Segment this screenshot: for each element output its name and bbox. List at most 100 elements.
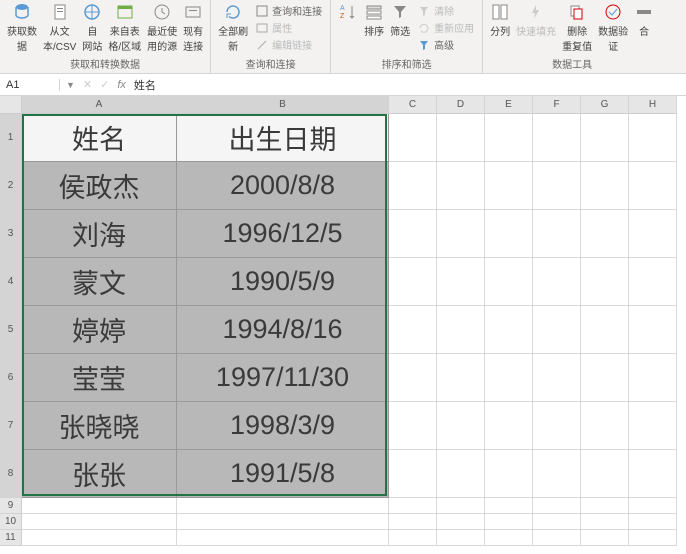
row-header-7[interactable]: 7 bbox=[0, 402, 22, 450]
select-all-corner[interactable] bbox=[0, 96, 22, 114]
row-header-6[interactable]: 6 bbox=[0, 354, 22, 402]
cell[interactable] bbox=[485, 210, 533, 258]
cell[interactable] bbox=[533, 258, 581, 306]
column-header-G[interactable]: G bbox=[581, 96, 629, 114]
cell[interactable] bbox=[437, 306, 485, 354]
cell[interactable] bbox=[581, 210, 629, 258]
cell[interactable] bbox=[581, 354, 629, 402]
cell[interactable] bbox=[581, 258, 629, 306]
cell[interactable]: 莹莹 bbox=[22, 354, 177, 402]
cell[interactable]: 姓名 bbox=[22, 114, 177, 162]
row-header-3[interactable]: 3 bbox=[0, 210, 22, 258]
cell[interactable] bbox=[485, 402, 533, 450]
flash-fill-button[interactable]: 快速填充 bbox=[513, 2, 559, 38]
cell[interactable] bbox=[533, 114, 581, 162]
cell[interactable]: 1997/11/30 bbox=[177, 354, 389, 402]
cell[interactable] bbox=[629, 498, 677, 514]
cell[interactable] bbox=[437, 402, 485, 450]
edit-links-button[interactable]: 编辑链接 bbox=[255, 36, 322, 53]
cell[interactable] bbox=[437, 114, 485, 162]
cell[interactable] bbox=[533, 530, 581, 546]
cell[interactable] bbox=[485, 162, 533, 210]
cell[interactable] bbox=[485, 450, 533, 498]
cell[interactable]: 侯政杰 bbox=[22, 162, 177, 210]
cell[interactable] bbox=[389, 162, 437, 210]
cell[interactable] bbox=[437, 162, 485, 210]
cell[interactable] bbox=[389, 114, 437, 162]
cell[interactable]: 蒙文 bbox=[22, 258, 177, 306]
row-header-8[interactable]: 8 bbox=[0, 450, 22, 498]
column-header-H[interactable]: H bbox=[629, 96, 677, 114]
cell[interactable] bbox=[485, 354, 533, 402]
cell[interactable] bbox=[389, 258, 437, 306]
cell[interactable] bbox=[533, 162, 581, 210]
cell[interactable]: 1996/12/5 bbox=[177, 210, 389, 258]
cell[interactable]: 婷婷 bbox=[22, 306, 177, 354]
cell[interactable] bbox=[533, 514, 581, 530]
cell[interactable] bbox=[177, 498, 389, 514]
dropdown-icon[interactable]: ▼ bbox=[66, 80, 75, 90]
cell[interactable] bbox=[581, 114, 629, 162]
cell[interactable] bbox=[629, 354, 677, 402]
row-header-10[interactable]: 10 bbox=[0, 514, 22, 530]
consolidate-button[interactable]: 合 bbox=[631, 2, 657, 38]
cell[interactable] bbox=[22, 530, 177, 546]
cell[interactable] bbox=[629, 258, 677, 306]
cell[interactable] bbox=[629, 210, 677, 258]
cell[interactable] bbox=[581, 162, 629, 210]
fx-icon[interactable]: fx bbox=[117, 79, 126, 91]
cell[interactable] bbox=[437, 530, 485, 546]
cell[interactable] bbox=[437, 498, 485, 514]
name-box[interactable]: A1 bbox=[0, 79, 60, 91]
cell[interactable] bbox=[389, 514, 437, 530]
cell[interactable] bbox=[533, 306, 581, 354]
from-table-button[interactable]: 来自表格/区域 bbox=[105, 2, 144, 53]
cell[interactable] bbox=[581, 402, 629, 450]
cell[interactable] bbox=[629, 114, 677, 162]
cell[interactable] bbox=[22, 514, 177, 530]
cell[interactable] bbox=[629, 530, 677, 546]
cell[interactable] bbox=[389, 354, 437, 402]
cell[interactable] bbox=[629, 162, 677, 210]
cell[interactable] bbox=[389, 402, 437, 450]
row-header-2[interactable]: 2 bbox=[0, 162, 22, 210]
cell[interactable] bbox=[629, 306, 677, 354]
text-to-columns-button[interactable]: 分列 bbox=[487, 2, 513, 38]
remove-duplicates-button[interactable]: 删除重复值 bbox=[559, 2, 595, 53]
cell[interactable] bbox=[485, 514, 533, 530]
cell[interactable] bbox=[581, 306, 629, 354]
cell[interactable] bbox=[437, 258, 485, 306]
cell[interactable]: 出生日期 bbox=[177, 114, 389, 162]
cell[interactable]: 2000/8/8 bbox=[177, 162, 389, 210]
cell[interactable] bbox=[437, 450, 485, 498]
cell[interactable] bbox=[581, 498, 629, 514]
cell[interactable] bbox=[389, 530, 437, 546]
cell[interactable] bbox=[581, 530, 629, 546]
clear-filter-button[interactable]: 清除 bbox=[417, 2, 474, 19]
column-header-B[interactable]: B bbox=[177, 96, 389, 114]
row-header-5[interactable]: 5 bbox=[0, 306, 22, 354]
cell[interactable] bbox=[389, 306, 437, 354]
properties-button[interactable]: 属性 bbox=[255, 19, 322, 36]
cell[interactable] bbox=[533, 354, 581, 402]
refresh-all-button[interactable]: 全部刷新 bbox=[215, 2, 251, 53]
cell[interactable] bbox=[629, 402, 677, 450]
from-csv-button[interactable]: 从文本/CSV bbox=[40, 2, 79, 53]
row-header-11[interactable]: 11 bbox=[0, 530, 22, 546]
cell[interactable] bbox=[437, 210, 485, 258]
row-header-4[interactable]: 4 bbox=[0, 258, 22, 306]
formula-input[interactable]: 姓名 bbox=[134, 77, 156, 93]
queries-connections-button[interactable]: 查询和连接 bbox=[255, 2, 322, 19]
reapply-button[interactable]: 重新应用 bbox=[417, 19, 474, 36]
cell[interactable] bbox=[485, 498, 533, 514]
cell[interactable] bbox=[177, 514, 389, 530]
cell[interactable] bbox=[177, 530, 389, 546]
cell[interactable] bbox=[485, 306, 533, 354]
column-header-A[interactable]: A bbox=[22, 96, 177, 114]
cell[interactable] bbox=[533, 210, 581, 258]
row-header-1[interactable]: 1 bbox=[0, 114, 22, 162]
cell[interactable] bbox=[389, 498, 437, 514]
cell[interactable] bbox=[581, 514, 629, 530]
cell[interactable] bbox=[533, 498, 581, 514]
cell[interactable] bbox=[389, 210, 437, 258]
